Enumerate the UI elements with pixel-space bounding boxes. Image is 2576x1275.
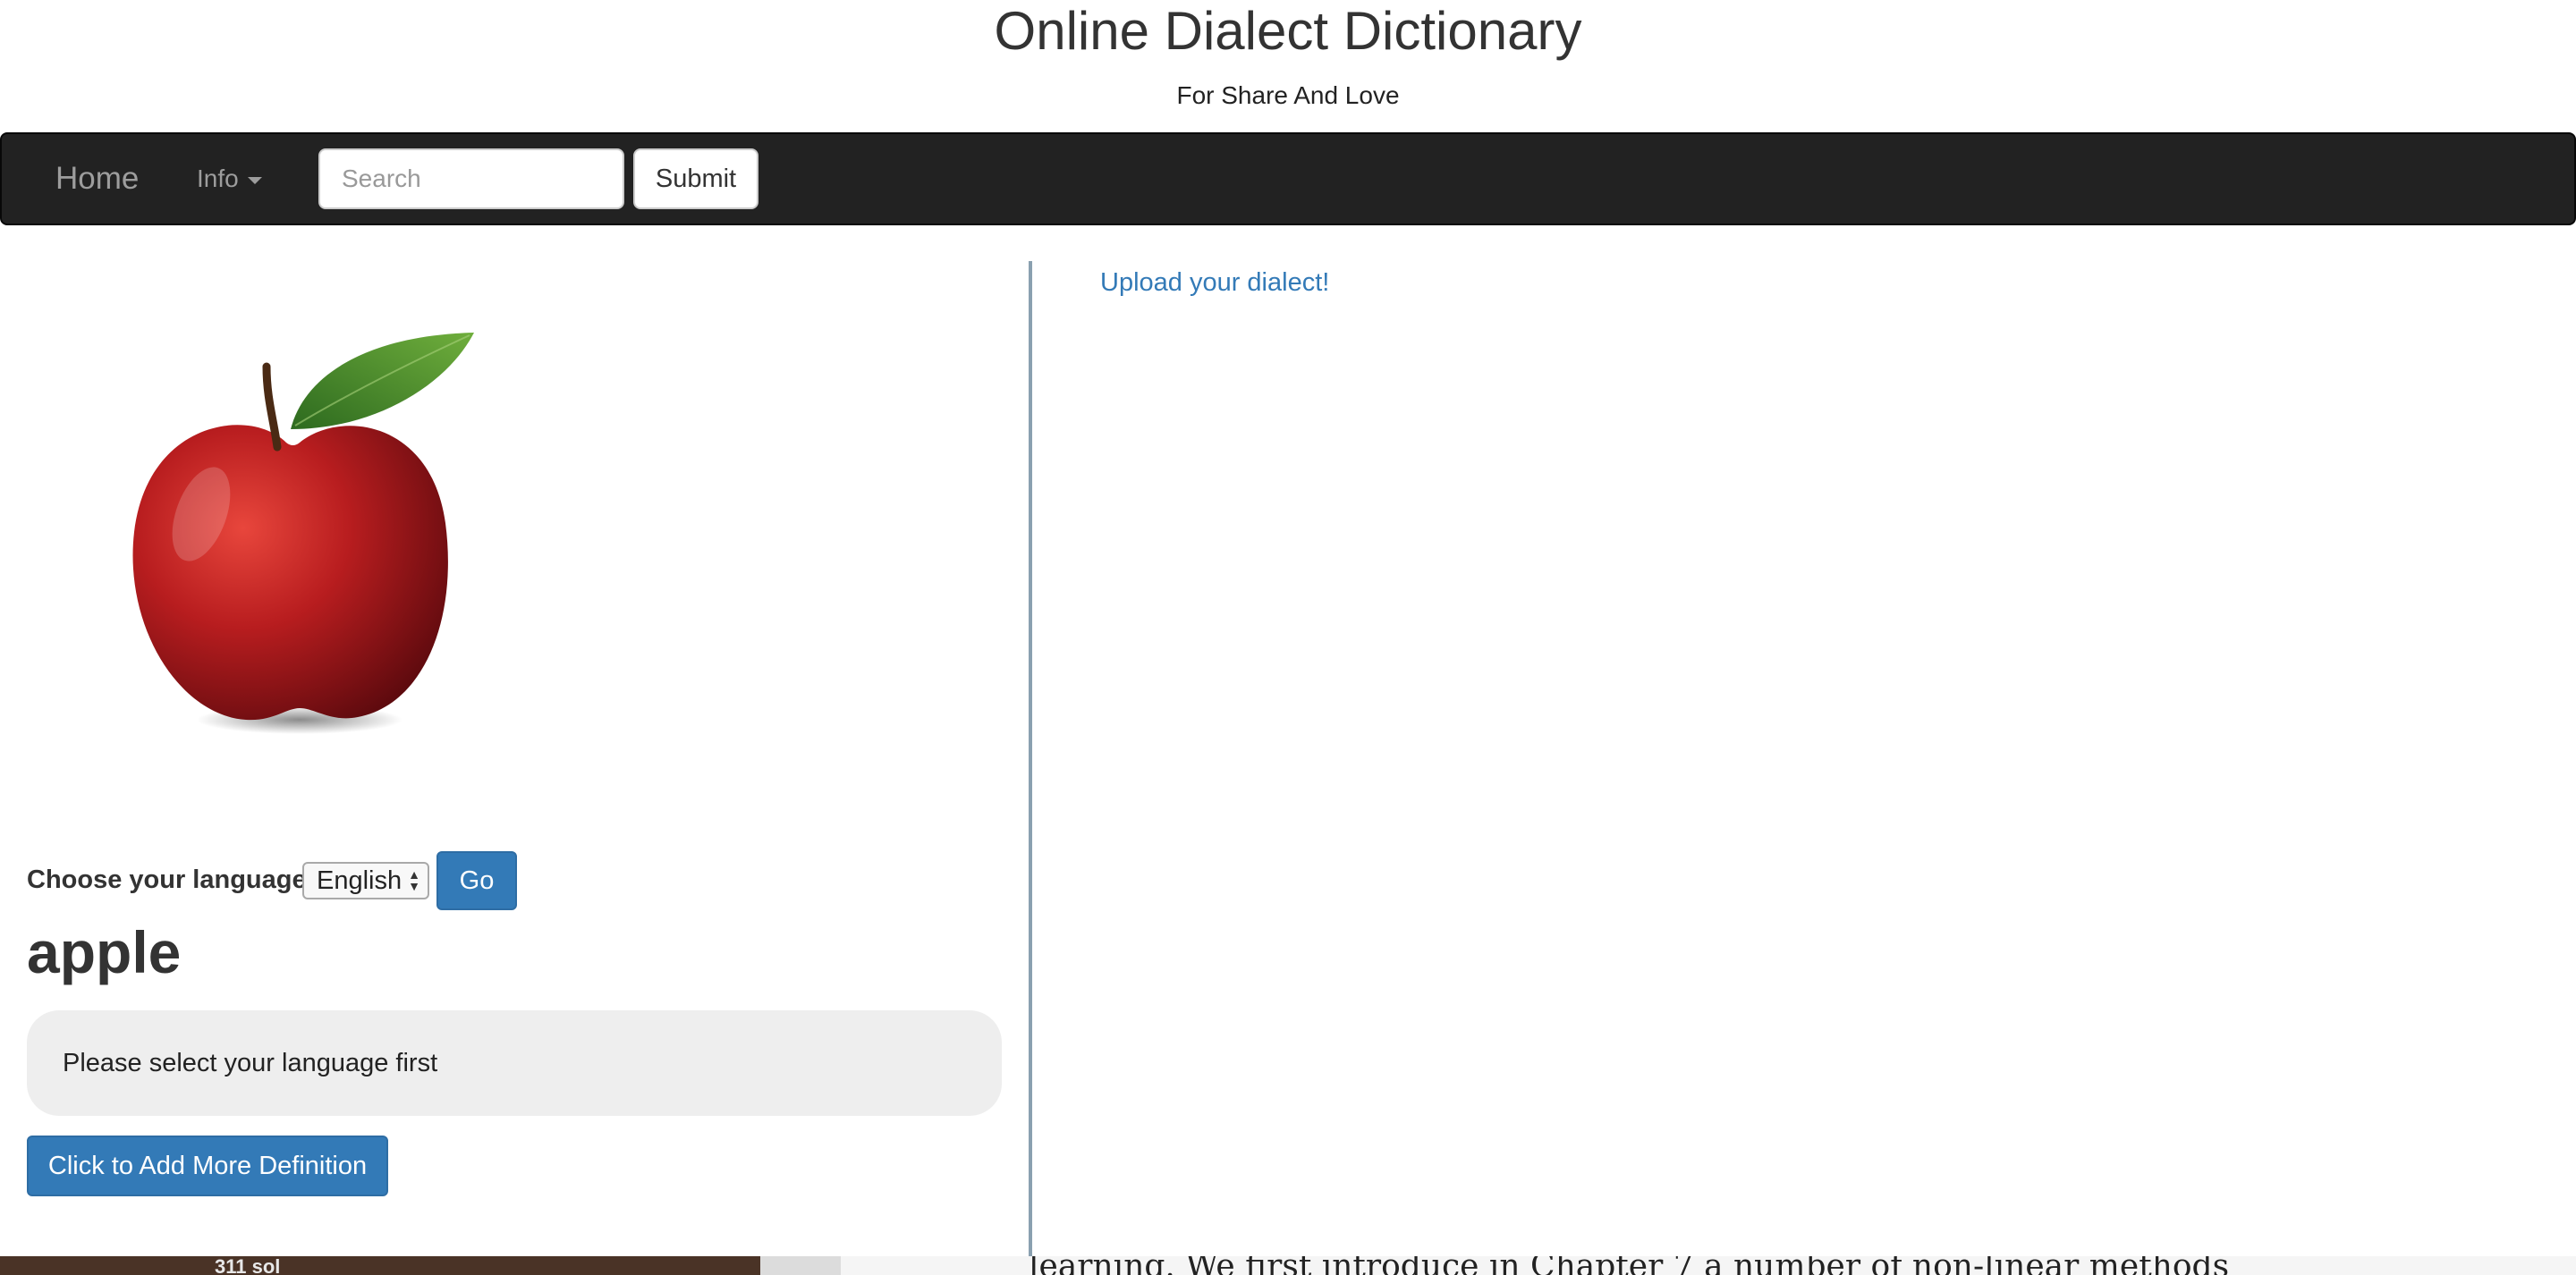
background-windows: 311 sol learning. We first introduce in …	[0, 1256, 2576, 1275]
background-photo	[0, 1256, 760, 1275]
background-count-text: 311 sol	[215, 1256, 281, 1275]
language-select-value: English	[317, 866, 402, 895]
navbar: Home Info Submit	[0, 132, 2576, 225]
apple-image	[116, 322, 492, 751]
site-subtitle: For Share And Love	[1176, 81, 1400, 109]
nav-info-label: Info	[197, 165, 239, 192]
nav-info-dropdown[interactable]: Info	[197, 134, 262, 224]
language-select[interactable]: English ▲ ▼	[302, 862, 429, 899]
apple-icon	[132, 333, 474, 734]
definition-text: Please select your language first	[63, 1049, 438, 1077]
definition-box: Please select your language first	[27, 1010, 1002, 1116]
select-arrows-icon: ▲ ▼	[408, 867, 420, 893]
language-label: Choose your language	[27, 865, 307, 894]
word-title: apple	[27, 919, 182, 985]
background-document-text: learning. We first introduce in Chapter …	[1029, 1256, 2230, 1275]
background-panel	[760, 1256, 841, 1275]
add-definition-button[interactable]: Click to Add More Definition	[27, 1136, 388, 1196]
site-title: Online Dialect Dictionary	[994, 1, 1582, 61]
caret-down-icon	[247, 176, 262, 184]
submit-button[interactable]: Submit	[633, 148, 758, 209]
go-button[interactable]: Go	[436, 851, 517, 910]
search-input[interactable]	[318, 148, 624, 209]
nav-home-link[interactable]: Home	[55, 134, 139, 224]
column-divider	[1029, 261, 1032, 1275]
upload-dialect-link[interactable]: Upload your dialect!	[1100, 265, 1329, 300]
